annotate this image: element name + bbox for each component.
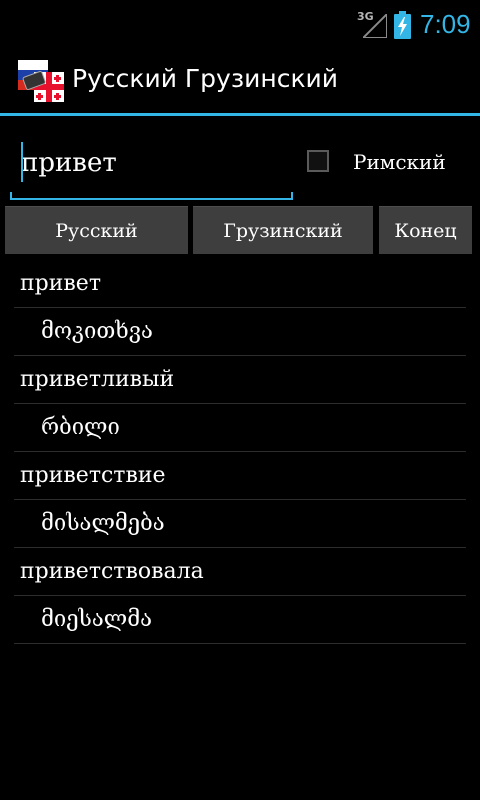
signal-icon (363, 14, 387, 38)
results-list: привет მოკითხვა приветливый რბილი привет… (0, 260, 480, 644)
search-input-underline (10, 198, 293, 200)
battery-charging-icon (394, 11, 411, 39)
search-input[interactable] (11, 138, 291, 188)
result-word[interactable]: привет (14, 260, 466, 308)
flag-icon[interactable] (18, 58, 64, 104)
result-translation[interactable]: მისალმება (14, 500, 466, 548)
russian-button[interactable]: Русский (5, 206, 188, 254)
status-bar: 3G 7:09 (0, 0, 480, 50)
result-word[interactable]: приветствие (14, 452, 466, 500)
title-divider (0, 113, 480, 116)
result-translation[interactable]: რბილი (14, 404, 466, 452)
search-input-underline-left (10, 192, 12, 200)
romanized-checkbox[interactable] (307, 150, 329, 172)
search-input-underline-right (291, 192, 293, 200)
end-button[interactable]: Конец (379, 206, 472, 254)
result-word[interactable]: приветствовала (14, 548, 466, 596)
action-bar: Русский Грузинский (0, 50, 480, 113)
result-translation[interactable]: მიესალმა (14, 596, 466, 644)
result-translation[interactable]: მოკითხვა (14, 308, 466, 356)
georgian-button[interactable]: Грузинский (193, 206, 373, 254)
app-title: Русский Грузинский (72, 64, 339, 93)
clock: 7:09 (420, 9, 471, 39)
result-word[interactable]: приветливый (14, 356, 466, 404)
text-cursor (21, 142, 23, 182)
romanized-checkbox-label[interactable]: Римский (353, 150, 446, 174)
